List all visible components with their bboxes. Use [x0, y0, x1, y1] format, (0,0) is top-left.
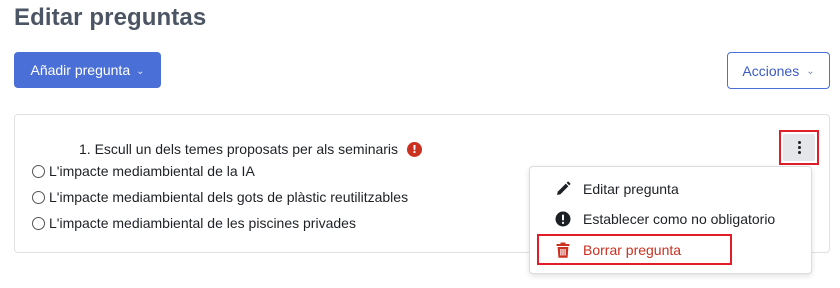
option-2[interactable]: L'impacte mediambiental dels gots de plà… [32, 189, 408, 205]
menu-item-label: Establecer como no obligatorio [583, 210, 776, 227]
add-question-label: Añadir pregunta [30, 62, 131, 78]
add-question-button[interactable]: Añadir pregunta ⌄ [14, 52, 161, 88]
option-label: L'impacte mediambiental dels gots de plà… [49, 189, 409, 205]
pencil-icon [554, 180, 571, 197]
actions-label: Acciones [742, 62, 800, 79]
option-1[interactable]: L'impacte mediambiental de la IA [32, 163, 255, 179]
option-label: L'impacte mediambiental de les piscines … [49, 215, 356, 231]
menu-item-not-required[interactable]: Establecer como no obligatorio [554, 210, 775, 227]
radio-button[interactable] [32, 164, 45, 178]
menu-item-label: Editar pregunta [583, 180, 679, 197]
menu-item-delete-question[interactable]: Borrar pregunta [554, 241, 681, 258]
trash-icon [554, 241, 571, 258]
kebab-dot [797, 151, 801, 154]
kebab-menu-button[interactable] [783, 134, 815, 161]
chevron-down-icon: ⌄ [806, 66, 815, 77]
option-label: L'impacte mediambiental de la IA [49, 163, 255, 179]
radio-button[interactable] [32, 216, 45, 230]
kebab-highlight [779, 130, 819, 165]
option-3[interactable]: L'impacte mediambiental de les piscines … [32, 215, 356, 231]
question-text: 1. Escull un dels temes proposats per al… [79, 141, 399, 157]
page-title: Editar preguntas [14, 4, 207, 31]
radio-button[interactable] [32, 190, 45, 204]
question-title: 1. Escull un dels temes proposats per al… [79, 141, 423, 157]
actions-button[interactable]: Acciones ⌄ [727, 52, 830, 89]
required-icon: ! [407, 141, 423, 157]
menu-item-label: Borrar pregunta [583, 241, 682, 258]
chevron-down-icon: ⌄ [136, 65, 145, 77]
exclamation-circle-icon [554, 210, 571, 227]
kebab-dot [797, 141, 801, 144]
menu-item-edit-question[interactable]: Editar pregunta [554, 180, 679, 197]
kebab-dot [797, 146, 801, 149]
